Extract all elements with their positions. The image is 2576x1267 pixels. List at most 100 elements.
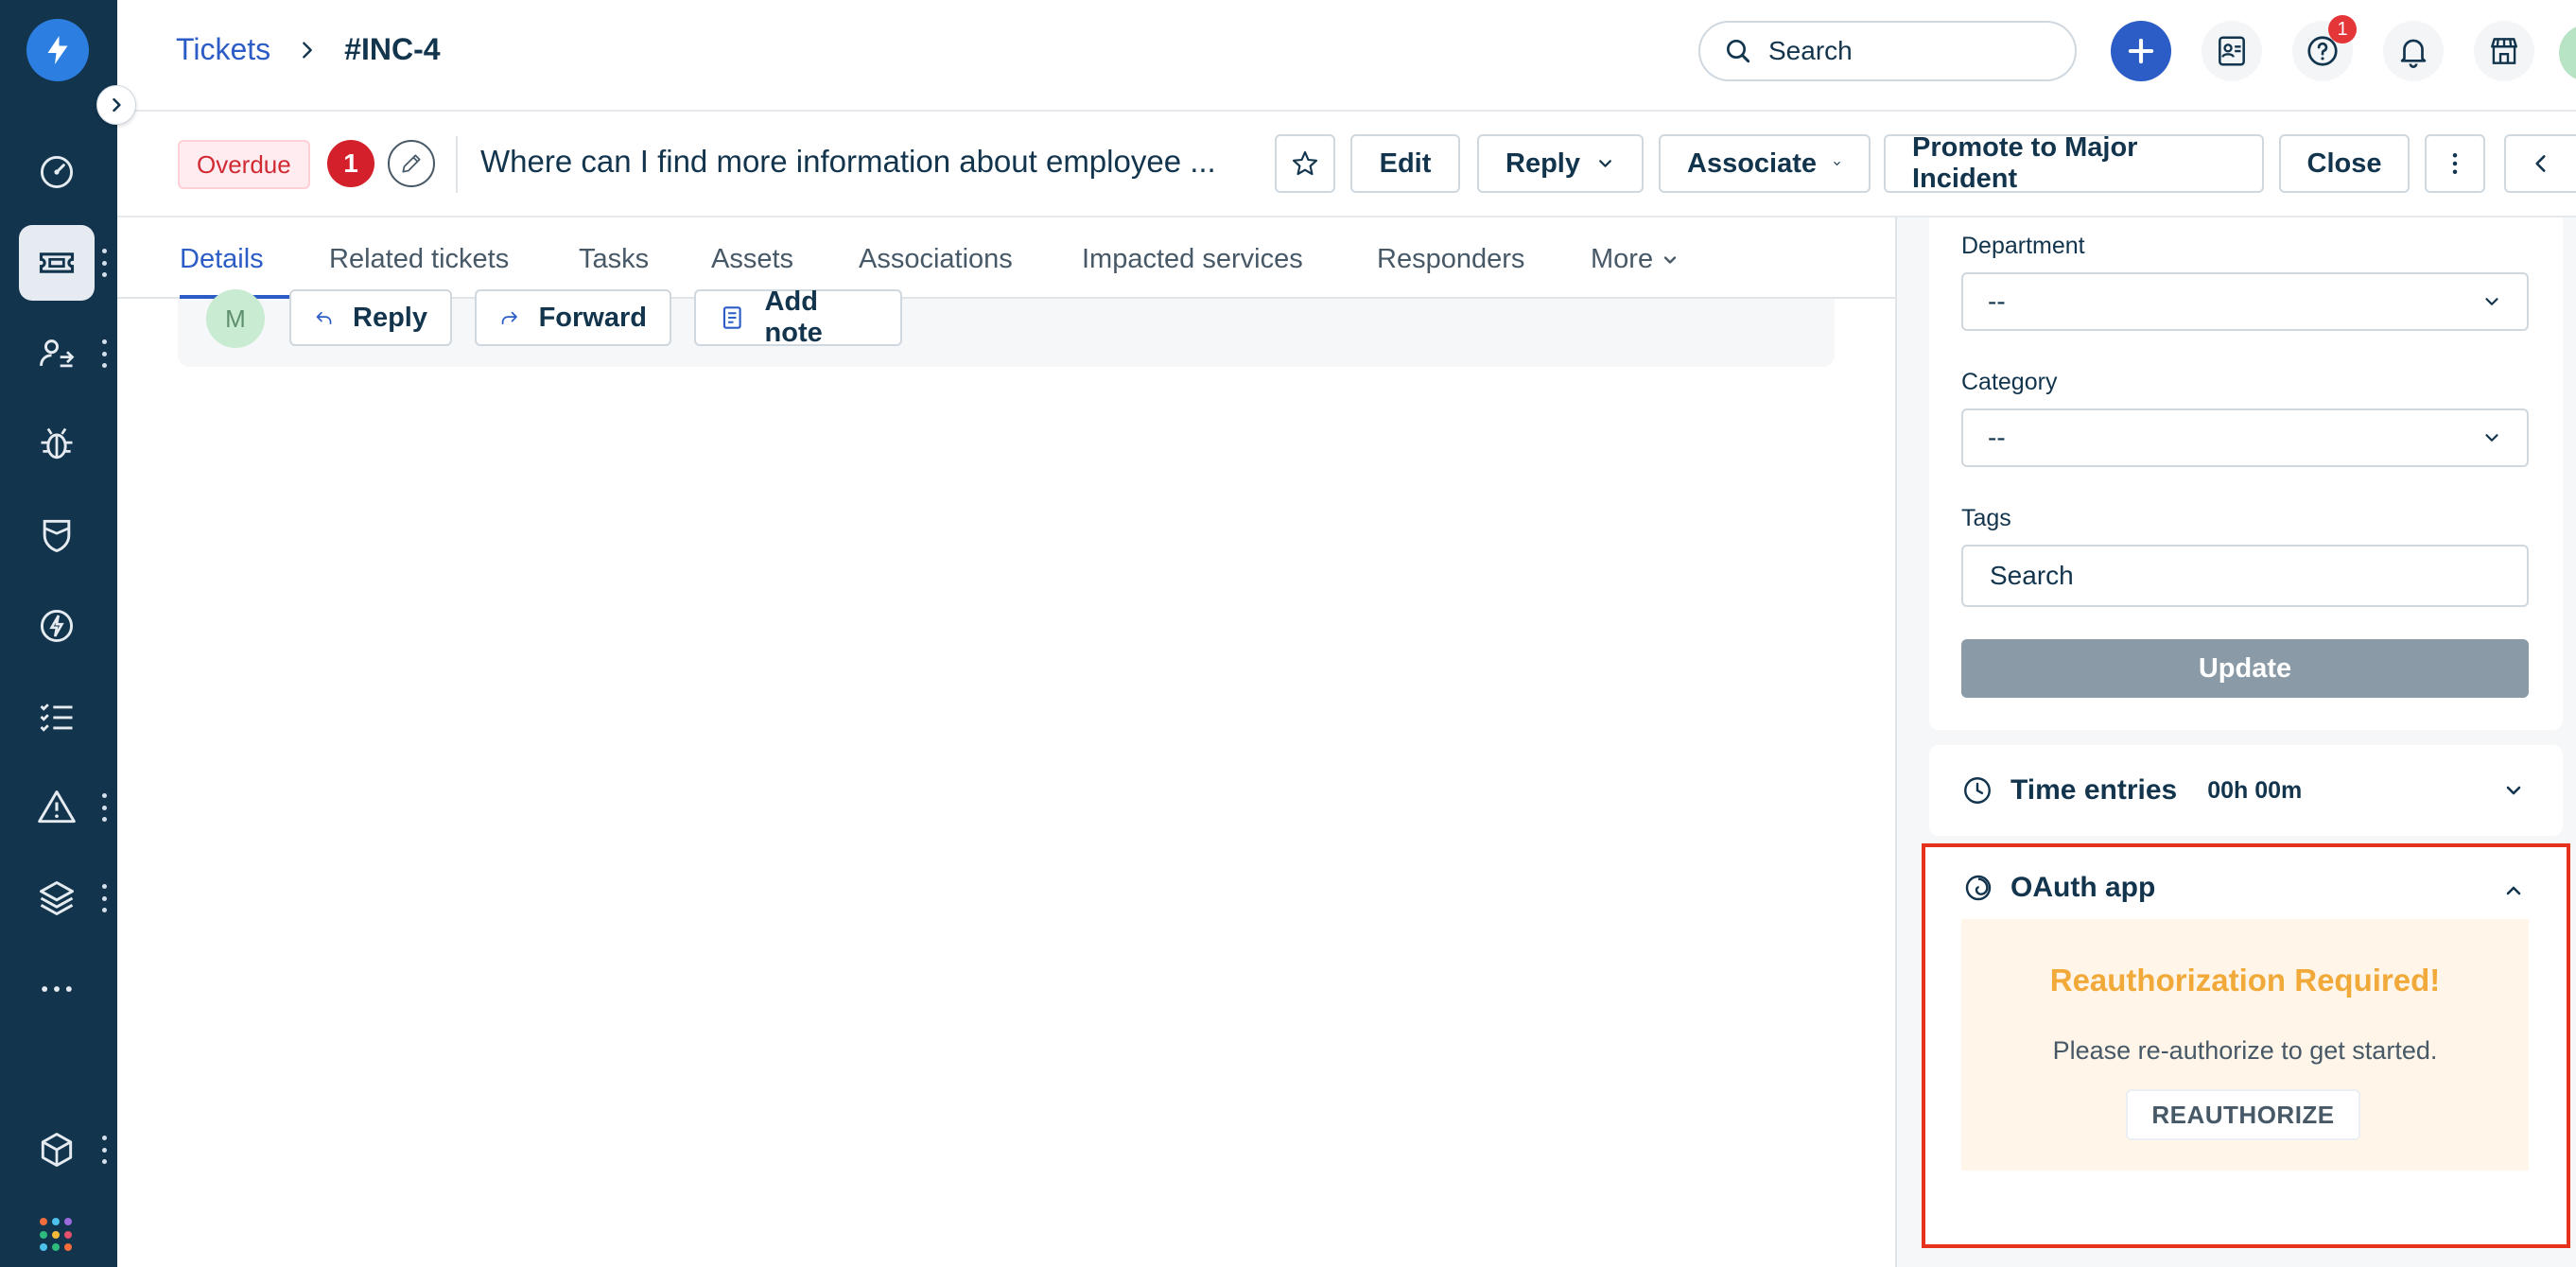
edit-button[interactable]: Edit [1350,134,1460,193]
lightning-circle-icon [40,609,74,643]
forward-button-label: Forward [538,302,647,333]
plus-icon [2128,38,2154,64]
star-icon [1292,150,1318,176]
breadcrumb-ticket-id: #INC-4 [344,32,441,66]
chevron-down-icon [2485,434,2498,442]
app-switcher-icon[interactable] [40,1218,74,1252]
nav-assets-more[interactable] [98,884,110,912]
more-horizontal-icon [42,986,72,992]
pencil-icon [402,154,421,173]
tab-details[interactable]: Details [180,244,264,275]
oauth-app-title: OAuth app [2010,872,2156,903]
cube-icon [41,1133,73,1167]
reauthorization-notice: Reauthorization Required! Please re-auth… [1961,919,2529,1171]
notifications-button[interactable] [2383,21,2444,81]
close-ticket-button[interactable]: Close [2279,134,2410,193]
marketplace-button[interactable] [2474,21,2534,81]
tab-impacted-services[interactable]: Impacted services [1082,244,1303,275]
ticket-tabs: Details Related tickets Tasks Assets Ass… [117,217,1895,299]
layers-icon [40,881,74,915]
chevron-down-icon [1599,160,1611,167]
expand-sidebar-button[interactable] [96,85,136,125]
nav-tickets[interactable] [19,225,95,301]
store-icon [2491,38,2517,64]
time-entries-card[interactable]: Time entries 00h 00m [1929,745,2563,836]
warning-icon [38,790,76,824]
note-icon [722,306,741,329]
add-note-button[interactable]: Add note [694,286,902,348]
nav-tasks[interactable] [19,679,95,755]
category-select[interactable]: -- [1961,408,2529,467]
tab-more-label: More [1591,244,1654,274]
help-notification-badge: 1 [2328,15,2357,43]
freshservice-logo[interactable] [26,19,89,81]
new-item-button[interactable] [2111,21,2171,81]
tab-tasks[interactable]: Tasks [579,244,649,275]
ticket-toolbar: Overdue 1 Where can I find more informat… [117,112,2576,217]
nav-releases[interactable] [19,497,95,573]
associate-dropdown-label: Associate [1687,148,1818,179]
top-header: Tickets #INC-4 Search 1 [117,0,2576,112]
tab-related-tickets[interactable]: Related tickets [329,244,509,275]
nav-products-more[interactable] [98,1136,110,1164]
reauthorization-message: Please re-authorize to get started. [2052,1036,2438,1065]
oauth-app-header[interactable]: OAuth app [1963,872,2155,904]
tags-placeholder: Search [1990,561,2074,590]
help-button[interactable]: 1 [2292,15,2357,81]
chevron-left-icon [2535,155,2546,172]
app-swirl-icon [1965,875,1992,901]
more-vertical-icon [2452,153,2458,174]
dashboard-gauge-icon [40,155,74,189]
user-avatar[interactable] [2559,25,2576,81]
reauthorize-button[interactable]: REAUTHORIZE [2126,1089,2360,1140]
nav-problems[interactable] [19,407,95,482]
chevron-right-icon [113,97,121,113]
tab-responders[interactable]: Responders [1377,244,1524,275]
category-label: Category [1961,369,2058,395]
more-actions-button[interactable] [2425,134,2485,193]
reply-dropdown-label: Reply [1506,148,1580,179]
chevron-down-icon[interactable] [2502,779,2525,802]
priority-indicator[interactable]: 1 [327,140,374,187]
breadcrumb-tickets-link[interactable]: Tickets [176,32,270,67]
reply-dropdown-button[interactable]: Reply [1477,134,1644,193]
previous-ticket-button[interactable] [2504,134,2576,193]
time-entries-value: 00h 00m [2207,776,2303,804]
nav-products[interactable] [19,1112,95,1188]
department-value: -- [1988,286,2006,316]
tab-more[interactable]: More [1591,244,1680,275]
forward-arrow-icon [501,311,517,325]
contacts-button[interactable] [2202,21,2262,81]
edit-subject-button[interactable] [388,140,435,187]
nav-alerts-more[interactable] [98,793,110,822]
reply-button[interactable]: Reply [289,289,452,346]
department-select[interactable]: -- [1961,272,2529,331]
search-icon [1727,40,1750,63]
toolbar-divider [456,136,458,193]
chevron-up-icon[interactable] [2502,879,2525,902]
nav-more[interactable] [19,951,95,1027]
update-button[interactable]: Update [1961,639,2529,698]
associate-dropdown-button[interactable]: Associate [1659,134,1871,193]
ticket-subject: Where can I find more information about … [480,144,1216,179]
user-transfer-icon [40,339,75,368]
star-button[interactable] [1275,134,1335,193]
nav-alerts[interactable] [19,770,95,845]
nav-tickets-more[interactable] [98,249,110,277]
time-entries-title: Time entries [2010,774,2178,806]
lightning-icon [47,36,68,64]
nav-changes-more[interactable] [98,339,110,368]
tags-search-input[interactable]: Search [1961,545,2529,607]
chevron-down-icon [2485,298,2498,305]
reply-button-label: Reply [353,302,427,333]
chevron-down-icon [1834,162,1840,165]
nav-dashboard[interactable] [19,134,95,210]
nav-automations[interactable] [19,588,95,664]
promote-major-incident-button[interactable]: Promote to Major Incident [1884,132,2264,194]
forward-button[interactable]: Forward [475,289,671,346]
tab-associations[interactable]: Associations [859,244,1013,275]
nav-changes[interactable] [19,316,95,391]
tab-assets[interactable]: Assets [711,244,793,275]
global-search-input[interactable]: Search [1698,21,2077,81]
nav-assets[interactable] [19,860,95,936]
